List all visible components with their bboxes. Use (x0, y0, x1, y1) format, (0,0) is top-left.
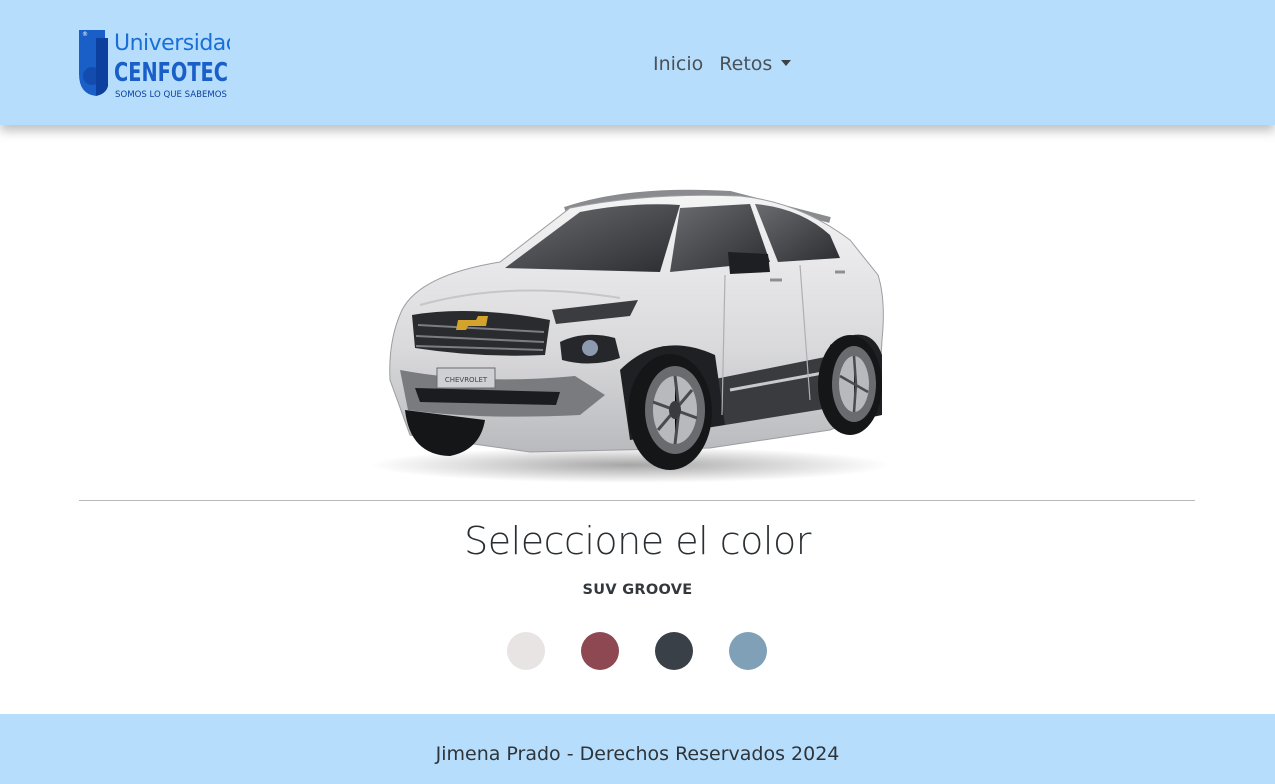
model-name: SUV GROOVE (582, 582, 693, 598)
plate-text: CHEVROLET (445, 376, 488, 384)
logo-tagline: SOMOS LO QUE SABEMOS (115, 90, 227, 100)
caret-down-icon[interactable] (781, 60, 792, 66)
university-logo[interactable]: ® Universidad CENFOTEC SOMOS LO QUE SABE… (78, 28, 240, 100)
nav-link-inicio[interactable]: Inicio (653, 53, 703, 75)
section-divider (79, 500, 1195, 501)
color-swatch-dark[interactable] (655, 632, 693, 670)
color-swatches (507, 632, 803, 670)
page-title: Seleccione el color (464, 519, 811, 563)
nav-link-retos[interactable]: Retos (719, 53, 772, 75)
color-swatch-blue[interactable] (729, 632, 767, 670)
navbar: ® Universidad CENFOTEC SOMOS LO QUE SABE… (0, 0, 1275, 125)
suv-car-image: CHEVROLET (330, 180, 900, 485)
nav-dropdown-retos[interactable]: Retos (719, 53, 792, 75)
logo-line2: CENFOTEC (114, 58, 228, 88)
color-swatch-white[interactable] (507, 632, 545, 670)
logo-line1: Universidad (114, 31, 230, 56)
registered-mark: ® (82, 31, 88, 38)
footer-text: Jimena Prado - Derechos Reservados 2024 (435, 743, 840, 765)
main-nav: Inicio Retos (653, 50, 792, 78)
footer: Jimena Prado - Derechos Reservados 2024 (0, 714, 1275, 784)
color-swatch-red[interactable] (581, 632, 619, 670)
